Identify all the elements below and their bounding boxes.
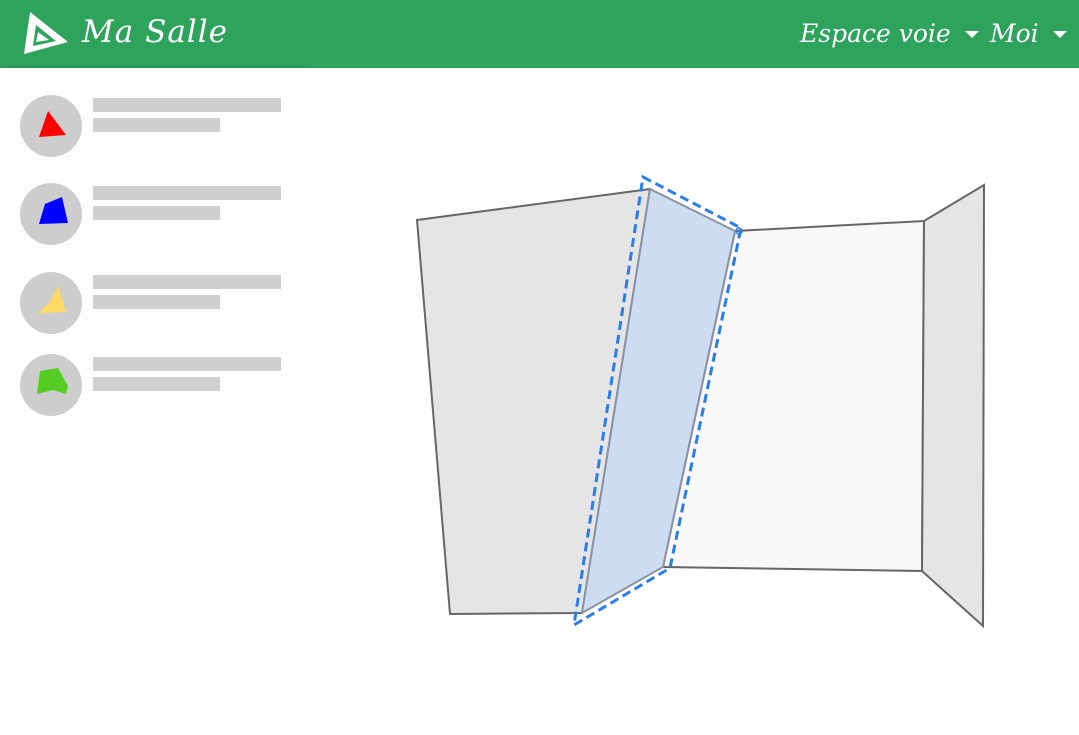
wall-canvas[interactable] <box>306 68 1079 735</box>
placeholder-line <box>93 275 281 289</box>
avatar <box>20 95 82 157</box>
red-hold-icon <box>39 111 66 137</box>
placeholder-line <box>93 357 281 371</box>
list-item[interactable] <box>20 354 290 418</box>
top-app-bar: Ma Salle Espace voie Moi <box>0 0 1079 68</box>
list-item[interactable] <box>20 183 290 247</box>
placeholder-line <box>93 98 281 112</box>
placeholder-line <box>93 377 220 391</box>
logo-icon[interactable] <box>20 8 70 56</box>
placeholder-line <box>93 118 220 132</box>
user-menu-label: Moi <box>990 18 1039 48</box>
user-menu[interactable]: Moi <box>990 16 1067 50</box>
app-title: Ma Salle <box>82 14 228 50</box>
route-list-sidebar <box>0 68 306 735</box>
app-root: Ma Salle Espace voie Moi <box>0 0 1079 735</box>
list-item[interactable] <box>20 272 290 336</box>
placeholder-line <box>93 295 220 309</box>
chevron-down-icon <box>964 31 979 38</box>
espace-voie-menu[interactable]: Espace voie <box>800 16 979 50</box>
placeholder-line <box>93 206 220 220</box>
green-hold-icon <box>37 368 68 394</box>
blue-hold-icon <box>39 197 68 224</box>
espace-voie-label: Espace voie <box>800 18 951 48</box>
wall-panel-far-right <box>920 183 986 629</box>
avatar <box>20 183 82 245</box>
placeholder-line <box>93 186 281 200</box>
avatar <box>20 272 82 334</box>
chevron-down-icon <box>1052 31 1067 38</box>
list-item[interactable] <box>20 95 290 159</box>
yellow-hold-icon <box>38 286 66 313</box>
avatar <box>20 354 82 416</box>
